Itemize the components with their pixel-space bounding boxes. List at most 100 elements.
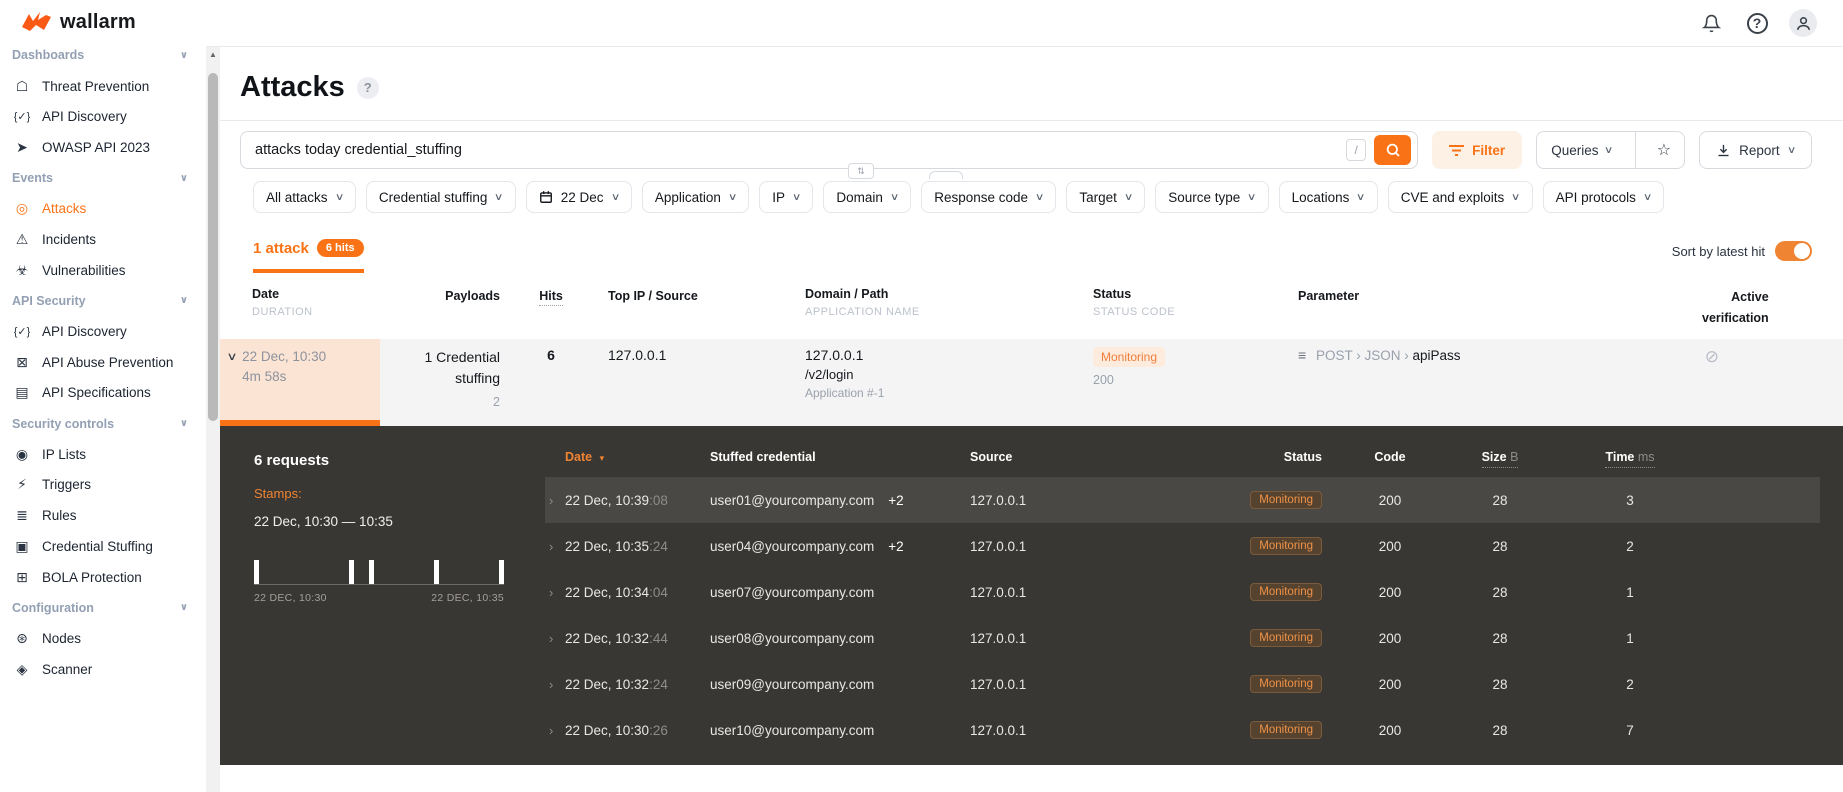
attack-path[interactable]: /v2/login	[805, 367, 1082, 382]
chip-credential-stuffing[interactable]: Credential stuffing ∨	[365, 181, 516, 213]
request-row[interactable]: › 22 Dec, 10:34:04 user07@yourcompany.co…	[545, 569, 1820, 615]
attack-top-ip[interactable]: 127.0.0.1	[592, 339, 792, 427]
attack-hits: 6	[547, 346, 555, 363]
req-date: 22 Dec, 10:30	[565, 722, 650, 738]
chip-source-type[interactable]: Source type ∨	[1155, 181, 1269, 213]
req-time: 7	[1626, 722, 1634, 738]
chip-ip[interactable]: IP ∨	[759, 181, 814, 213]
requests-table: Date ▾ Stuffed credential Source Status …	[545, 442, 1820, 753]
updown-icon: ⇅	[857, 165, 865, 176]
download-icon	[1718, 144, 1729, 156]
chevron-right-icon[interactable]: ›	[545, 677, 565, 692]
request-row[interactable]: › 22 Dec, 10:35:24 user04@yourcompany.co…	[545, 523, 1820, 569]
sidebar-item-api-abuse-prevention[interactable]: ⊠ API Abuse Prevention	[0, 347, 206, 378]
filter-button[interactable]: Filter	[1432, 131, 1523, 169]
chevron-down-icon: ∨	[1034, 191, 1045, 203]
col-hits-sortable[interactable]: Hits	[539, 289, 563, 306]
attack-date-cell[interactable]: ∨ 22 Dec, 10:30 4m 58s	[220, 338, 380, 427]
lightning-icon: ⚡	[17, 476, 27, 493]
req-col-size-sortable[interactable]: Size B	[1458, 450, 1542, 469]
attack-payloads[interactable]: 1 Credential stuffing	[380, 347, 501, 390]
chip-all-attacks[interactable]: All attacks ∨	[253, 181, 356, 213]
chip-cve-and-exploits[interactable]: CVE and exploits ∨	[1387, 181, 1533, 213]
user-profile-icon[interactable]	[1789, 9, 1817, 37]
chip-domain[interactable]: Domain ∨	[823, 181, 912, 213]
sidebar-section-configuration[interactable]: Configuration ∨	[0, 592, 206, 623]
sidebar-item-credential-stuffing[interactable]: ▣ Credential Stuffing	[0, 531, 206, 562]
help-icon[interactable]: ?	[1743, 9, 1771, 37]
req-col-credential: Stuffed credential	[710, 450, 816, 465]
req-status-badge: Monitoring	[1250, 675, 1322, 694]
star-icon: ☆	[1656, 142, 1672, 159]
request-row[interactable]: › 22 Dec, 10:39:08 user01@yourcompany.co…	[545, 477, 1820, 524]
sidebar-item-api-specifications[interactable]: ▤ API Specifications	[0, 378, 206, 409]
sidebar-item-bola-protection[interactable]: ⊞ BOLA Protection	[0, 562, 206, 593]
sidebar-section-security-controls[interactable]: Security controls ∨	[0, 408, 206, 439]
chevron-down-icon: ∨	[1123, 191, 1134, 203]
req-col-date-sorted[interactable]: Date ▾	[565, 450, 710, 464]
chip-api-protocols[interactable]: API protocols ∨	[1542, 181, 1665, 213]
slash-shortcut-hint: /	[1346, 139, 1367, 161]
request-row[interactable]: › 22 Dec, 10:30:26 user10@yourcompany.co…	[545, 707, 1820, 753]
braces-check-icon: {✓}	[13, 326, 31, 339]
top-bar: wallarm ?	[0, 0, 1843, 47]
sidebar-item-nodes[interactable]: ⊛ Nodes	[0, 623, 206, 654]
chevron-right-icon[interactable]: ›	[545, 723, 565, 738]
req-status-badge: Monitoring	[1250, 537, 1322, 556]
req-credential: user08@yourcompany.com	[710, 630, 875, 646]
sort-by-latest-hit-toggle[interactable]	[1775, 241, 1812, 261]
req-date: 22 Dec, 10:34	[565, 584, 650, 600]
request-row[interactable]: › 22 Dec, 10:32:44 user08@yourcompany.co…	[545, 615, 1820, 661]
scroll-up-arrow[interactable]: ▲	[206, 50, 220, 59]
req-extra-count[interactable]: +2	[888, 493, 903, 508]
sort-popover-fragment: ⇅	[848, 163, 874, 179]
stamps-label[interactable]: Stamps:	[254, 486, 524, 501]
sidebar-item-api-discovery[interactable]: {✓} API Discovery	[0, 101, 206, 132]
vertical-scrollbar[interactable]: ▲	[206, 47, 220, 792]
req-code: 200	[1378, 630, 1402, 646]
chevron-right-icon[interactable]: ›	[545, 493, 565, 508]
sidebar-item-scanner[interactable]: ◈ Scanner	[0, 654, 206, 685]
chevron-right-icon[interactable]: ›	[545, 539, 565, 554]
attack-results-tab[interactable]: 1 attack 6 hits	[253, 239, 364, 273]
queries-button[interactable]: Queries ∨	[1537, 132, 1627, 168]
sidebar-item-owasp-api-2023[interactable]: ➤ OWASP API 2023	[0, 132, 206, 163]
wallarm-logo[interactable]: wallarm	[22, 11, 136, 34]
sidebar-section-events[interactable]: Events ∨	[0, 163, 206, 194]
attack-domain[interactable]: 127.0.0.1	[805, 347, 1082, 363]
bell-icon[interactable]	[1697, 9, 1725, 37]
req-col-time-sortable[interactable]: Time ms	[1542, 450, 1718, 469]
chip-application[interactable]: Application ∨	[641, 181, 750, 213]
col-date[interactable]: Date	[252, 287, 380, 301]
sidebar-item-vulnerabilities[interactable]: ☣ Vulnerabilities	[0, 255, 206, 286]
req-extra-count[interactable]: +2	[888, 539, 903, 554]
search-input[interactable]	[255, 142, 1339, 158]
chip-date[interactable]: 22 Dec ∨	[525, 181, 632, 213]
favorite-star-button[interactable]: ☆	[1644, 140, 1684, 160]
sidebar-section-api-security[interactable]: API Security ∨	[0, 286, 206, 317]
page-help-icon[interactable]: ?	[356, 76, 379, 99]
sidebar-item-ip-lists[interactable]: ◉ IP Lists	[0, 439, 206, 470]
sidebar-item-attacks[interactable]: ◎ Attacks	[0, 193, 206, 224]
sidebar-item-threat-prevention[interactable]: ☖ Threat Prevention	[0, 71, 206, 102]
chip-target[interactable]: Target ∨	[1066, 181, 1146, 213]
attack-row[interactable]: ∨ 22 Dec, 10:30 4m 58s 1 Credential stuf…	[220, 338, 1843, 427]
search-button[interactable]	[1374, 135, 1412, 165]
chip-locations[interactable]: Locations ∨	[1278, 181, 1378, 213]
sidebar-item-rules[interactable]: ≣ Rules	[0, 500, 206, 531]
collapse-chevron-icon[interactable]: ∨	[226, 350, 237, 413]
no-verification-icon[interactable]: ⊘	[1705, 347, 1719, 366]
histogram-bar	[369, 560, 374, 585]
chip-response-code[interactable]: Response code ∨	[921, 181, 1057, 213]
warning-triangle-icon: ⚠	[15, 230, 29, 247]
scrollbar-thumb[interactable]	[208, 73, 218, 421]
chevron-down-icon: ∨	[179, 172, 188, 184]
sidebar-item-api-discovery-2[interactable]: {✓} API Discovery	[0, 316, 206, 347]
sidebar-item-triggers[interactable]: ⚡ Triggers	[0, 470, 206, 501]
chevron-right-icon[interactable]: ›	[545, 585, 565, 600]
request-row[interactable]: › 22 Dec, 10:32:24 user09@yourcompany.co…	[545, 661, 1820, 707]
col-domain-path: Domain / Path	[805, 287, 889, 301]
sidebar-item-incidents[interactable]: ⚠ Incidents	[0, 224, 206, 255]
report-button[interactable]: Report ∨	[1699, 131, 1812, 169]
chevron-right-icon[interactable]: ›	[545, 631, 565, 646]
